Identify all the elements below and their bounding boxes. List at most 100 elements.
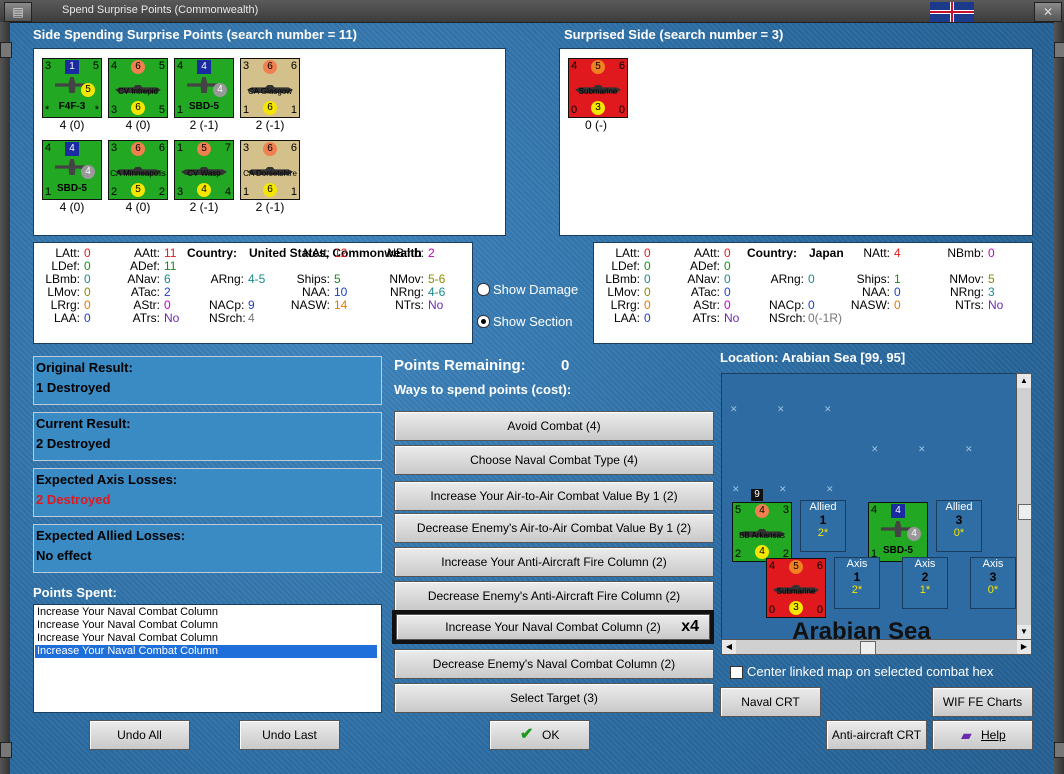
repeat-count-badge: x4 bbox=[681, 618, 699, 635]
linked-map[interactable]: Arabian Sea ✕✕✕✕✕✕✕✕✕✕✕✕53224BB Arkansas… bbox=[721, 373, 1018, 640]
counter-name: F4F-3 bbox=[58, 101, 86, 112]
counter-value: 1 bbox=[290, 186, 297, 198]
spend-option-button[interactable]: Select Target (3) bbox=[394, 683, 714, 713]
stat-value: 2 bbox=[428, 246, 435, 260]
defender-stats-panel: Country: Japan LAtt: 0 AAtt: 0 NAtt: 4 NBmb: 0 L… bbox=[593, 242, 1033, 344]
list-item[interactable]: Increase Your Naval Combat Column bbox=[35, 619, 377, 632]
counter-name: SBD-5 bbox=[882, 545, 913, 556]
axis-section-box[interactable]: Axis 1 2* bbox=[834, 557, 880, 609]
counter-value: 6 bbox=[290, 142, 297, 154]
stat-value: 11 bbox=[164, 259, 177, 273]
stat-key: Ships: bbox=[296, 272, 330, 286]
allied-section-box[interactable]: Allied 3 0* bbox=[936, 500, 982, 552]
close-button[interactable]: ✕ bbox=[1034, 2, 1062, 22]
unit-counter[interactable]: 5 3 2 2 4 BB Arkansas 4 bbox=[732, 502, 792, 562]
help-book-icon: ▰ bbox=[961, 727, 972, 743]
help-button[interactable]: ▰ Help bbox=[932, 720, 1033, 750]
stat-key: NAA: bbox=[301, 285, 330, 299]
points-spent-list[interactable]: Increase Your Naval Combat Column Increas… bbox=[33, 604, 382, 713]
spend-option-button[interactable]: Increase Your Naval Combat Column (2) x4 bbox=[392, 610, 714, 644]
stat-key: ATrs: bbox=[692, 311, 720, 325]
scroll-thumb[interactable] bbox=[860, 641, 876, 655]
unit-label: 2 (-1) bbox=[189, 118, 219, 132]
unit-counter[interactable]: 4 6 0 0 5 Submarine 3 bbox=[766, 558, 826, 618]
undo-last-button[interactable]: Undo Last bbox=[239, 720, 340, 750]
wif-fe-charts-button[interactable]: WIF FE Charts bbox=[932, 687, 1033, 717]
stat-value: 0 bbox=[894, 285, 901, 299]
counter-yellow-value: 6 bbox=[263, 183, 277, 197]
stat-value: 14 bbox=[334, 298, 348, 312]
scroll-right-icon[interactable]: ▶ bbox=[1017, 640, 1031, 654]
counter-value: 3 bbox=[111, 142, 118, 154]
close-icon: ✕ bbox=[1042, 5, 1054, 19]
unit-counter[interactable]: 3 5 * * 1 F4F-3 5 bbox=[42, 58, 102, 118]
counter-value: 3 bbox=[111, 104, 118, 116]
list-item[interactable]: Increase Your Naval Combat Column bbox=[35, 606, 377, 619]
counter-name: BB Arkansas bbox=[739, 531, 785, 540]
counter-value: 3 bbox=[782, 504, 789, 516]
spend-option-button[interactable]: Decrease Enemy's Naval Combat Column (2) bbox=[394, 649, 714, 679]
scroll-left-icon[interactable]: ◀ bbox=[722, 640, 736, 654]
center-map-checkbox[interactable]: Center linked map on selected combat hex bbox=[730, 664, 1032, 681]
spend-option-button[interactable]: Choose Naval Combat Type (4) bbox=[394, 445, 714, 475]
unit-label: 4 (0) bbox=[125, 200, 151, 214]
counter-yellow-value: 6 bbox=[131, 101, 145, 115]
counter-value: 2 bbox=[735, 548, 742, 560]
counter-yellow-value: 6 bbox=[263, 101, 277, 115]
naval-crt-button[interactable]: Naval CRT bbox=[720, 687, 821, 717]
right-frame-edge bbox=[1054, 22, 1064, 774]
allied-section-box[interactable]: Allied 1 2* bbox=[800, 500, 846, 552]
attacker-header: Side Spending Surprise Points (search nu… bbox=[33, 27, 358, 42]
scroll-down-icon[interactable]: ▼ bbox=[1017, 625, 1031, 639]
stat-value: 6 bbox=[164, 272, 171, 286]
stat-value: 0 bbox=[724, 246, 731, 260]
unit-counter[interactable]: 4 1 4 SBD-5 4 bbox=[868, 502, 928, 562]
stat-key: NRng: bbox=[949, 285, 984, 299]
stat-value: No bbox=[164, 311, 180, 325]
unit-counter[interactable]: 3 6 1 1 6 CA Dorsetshire 6 bbox=[240, 140, 300, 200]
unit-counter[interactable]: 1 7 3 4 5 CV Wasp 4 bbox=[174, 140, 234, 200]
country-value: Japan bbox=[809, 246, 844, 260]
counter-value: 3 bbox=[177, 186, 184, 198]
spend-option-button[interactable]: Decrease Enemy's Air-to-Air Combat Value… bbox=[394, 513, 714, 543]
unit-counter[interactable]: 4 1 4 SBD-5 4 bbox=[174, 58, 234, 118]
spend-option-button[interactable]: Increase Your Anti-Aircraft Fire Column … bbox=[394, 547, 714, 577]
spend-option-button[interactable]: Increase Your Air-to-Air Combat Value By… bbox=[394, 481, 714, 511]
scroll-up-icon[interactable]: ▲ bbox=[1017, 374, 1031, 388]
counter-name: CA Minneapolis bbox=[110, 169, 166, 178]
unit-counter[interactable]: 3 6 2 2 6 CA Minneapolis 5 bbox=[108, 140, 168, 200]
unit-label: 4 (0) bbox=[59, 200, 85, 214]
anti-aircraft-crt-button[interactable]: Anti-aircraft CRT bbox=[826, 720, 927, 750]
counter-name: CA Glasgow bbox=[247, 87, 293, 96]
ok-button[interactable]: ✔ OK bbox=[489, 720, 590, 750]
axis-section-box[interactable]: Axis 3 0* bbox=[970, 557, 1016, 609]
axis-section-box[interactable]: Axis 2 1* bbox=[902, 557, 948, 609]
spend-option-button[interactable]: Avoid Combat (4) bbox=[394, 411, 714, 441]
counter-top-value: 5 bbox=[789, 560, 803, 574]
map-horizontal-scrollbar[interactable]: ◀ ▶ bbox=[721, 639, 1032, 655]
counter-name: SBD-5 bbox=[56, 183, 87, 194]
stat-value: 0 bbox=[644, 246, 651, 260]
system-menu-button[interactable]: ▤ bbox=[4, 2, 32, 22]
stat-value: 0 bbox=[724, 259, 731, 273]
unit-counter[interactable]: 4 1 4 SBD-5 4 bbox=[42, 140, 102, 200]
stat-key: NSrch: bbox=[209, 311, 246, 325]
scroll-thumb[interactable] bbox=[1018, 504, 1032, 520]
show-section-radio[interactable]: Show Section bbox=[477, 314, 589, 330]
stat-value: 0 bbox=[988, 246, 995, 260]
stat-value: 1 bbox=[894, 272, 901, 286]
list-item[interactable]: Increase Your Naval Combat Column bbox=[35, 632, 377, 645]
unit-counter[interactable]: 4 5 3 5 6 CV Intrepid 6 bbox=[108, 58, 168, 118]
stat-key: ATrs: bbox=[132, 311, 160, 325]
unit-counter[interactable]: 3 6 1 1 6 CA Glasgow 6 bbox=[240, 58, 300, 118]
undo-all-button[interactable]: Undo All bbox=[89, 720, 190, 750]
map-vertical-scrollbar[interactable]: ▲ ▼ bbox=[1016, 373, 1032, 640]
defender-units-panel: 4 6 0 0 5 Submarine 3 0 (-) bbox=[559, 48, 1033, 236]
counter-value: 7 bbox=[224, 142, 231, 154]
spend-option-button[interactable]: Decrease Enemy's Anti-Aircraft Fire Colu… bbox=[394, 581, 714, 611]
list-item[interactable]: Increase Your Naval Combat Column bbox=[35, 645, 377, 658]
unit-counter[interactable]: 4 6 0 0 5 Submarine 3 bbox=[568, 58, 628, 118]
stat-key: ADef: bbox=[129, 259, 160, 273]
show-damage-radio[interactable]: Show Damage bbox=[477, 282, 589, 298]
ways-to-spend-label: Ways to spend points (cost): bbox=[394, 382, 572, 397]
